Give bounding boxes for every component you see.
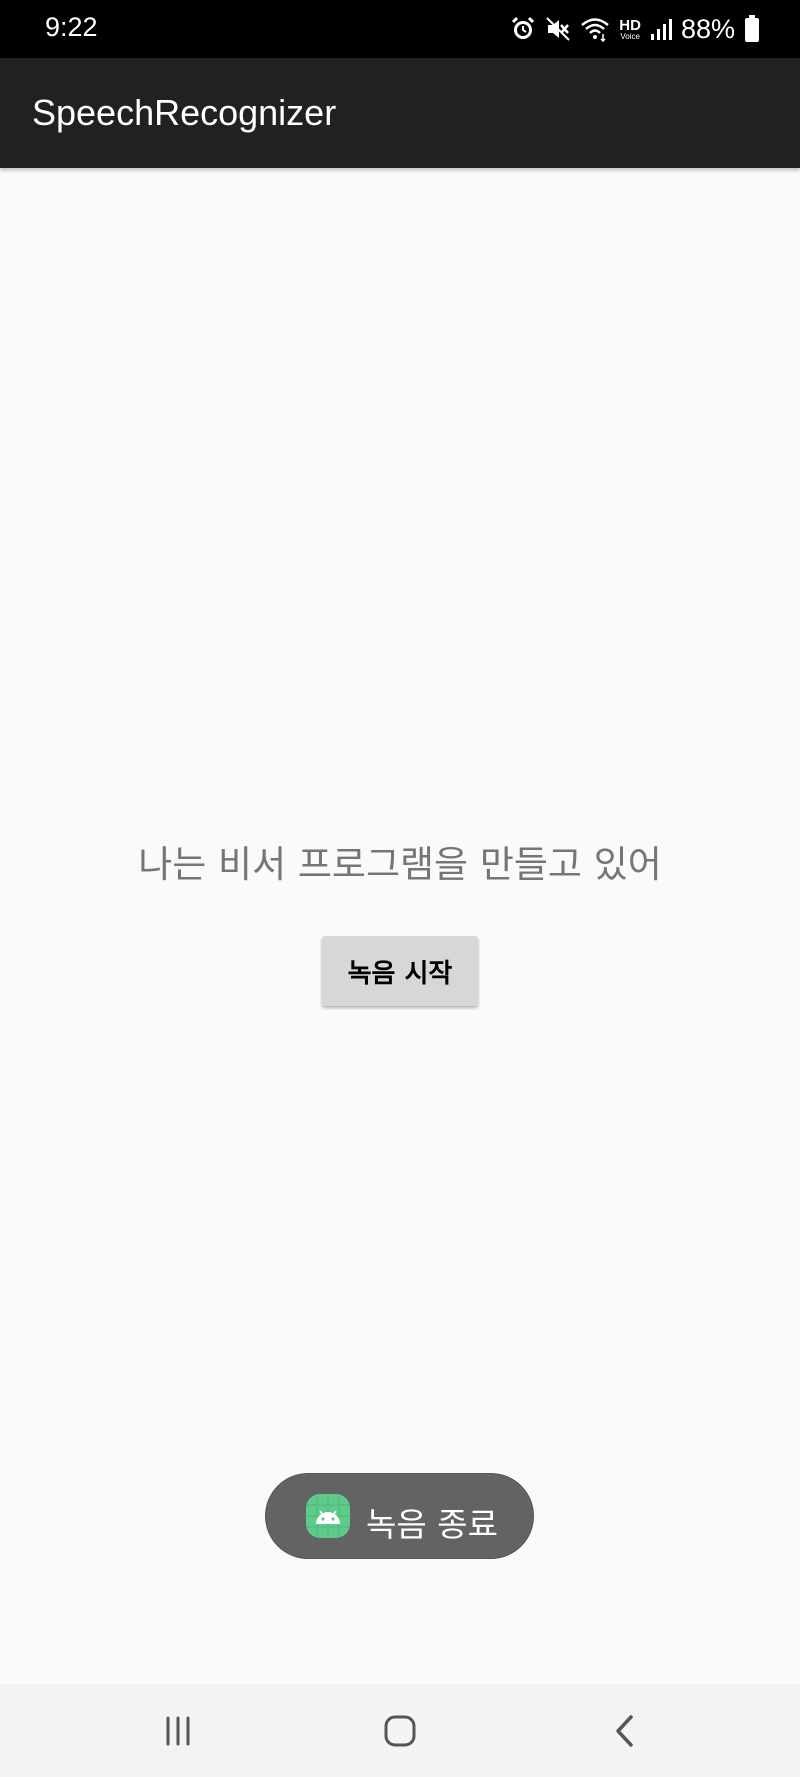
status-bar: 9:22 HD Voice 88% bbox=[0, 0, 800, 58]
hd-voice-icon: HD Voice bbox=[619, 18, 641, 41]
status-icons: HD Voice 88% bbox=[510, 12, 760, 46]
recent-apps-icon[interactable] bbox=[118, 1684, 238, 1777]
back-icon[interactable] bbox=[565, 1684, 685, 1777]
status-time: 9:22 bbox=[45, 12, 98, 42]
app-title: SpeechRecognizer bbox=[32, 92, 337, 133]
android-icon bbox=[306, 1494, 350, 1538]
toast-message: 녹음 종료 bbox=[265, 1473, 534, 1559]
hd-label: HD bbox=[619, 16, 641, 34]
toast-text: 녹음 종료 bbox=[366, 1505, 498, 1544]
wifi-icon bbox=[580, 16, 610, 42]
speech-result-text: 나는 비서 프로그램을 만들고 있어 bbox=[138, 843, 662, 886]
start-recording-button[interactable]: 녹음 시작 bbox=[322, 936, 478, 1006]
signal-icon bbox=[650, 17, 672, 41]
voice-label: Voice bbox=[620, 31, 640, 41]
mute-icon bbox=[545, 16, 571, 42]
battery-icon bbox=[744, 15, 760, 43]
home-icon[interactable] bbox=[340, 1684, 460, 1777]
navigation-bar bbox=[0, 1684, 800, 1777]
app-bar: SpeechRecognizer bbox=[0, 58, 800, 168]
battery-percent: 88% bbox=[680, 13, 735, 44]
alarm-icon bbox=[510, 16, 536, 42]
